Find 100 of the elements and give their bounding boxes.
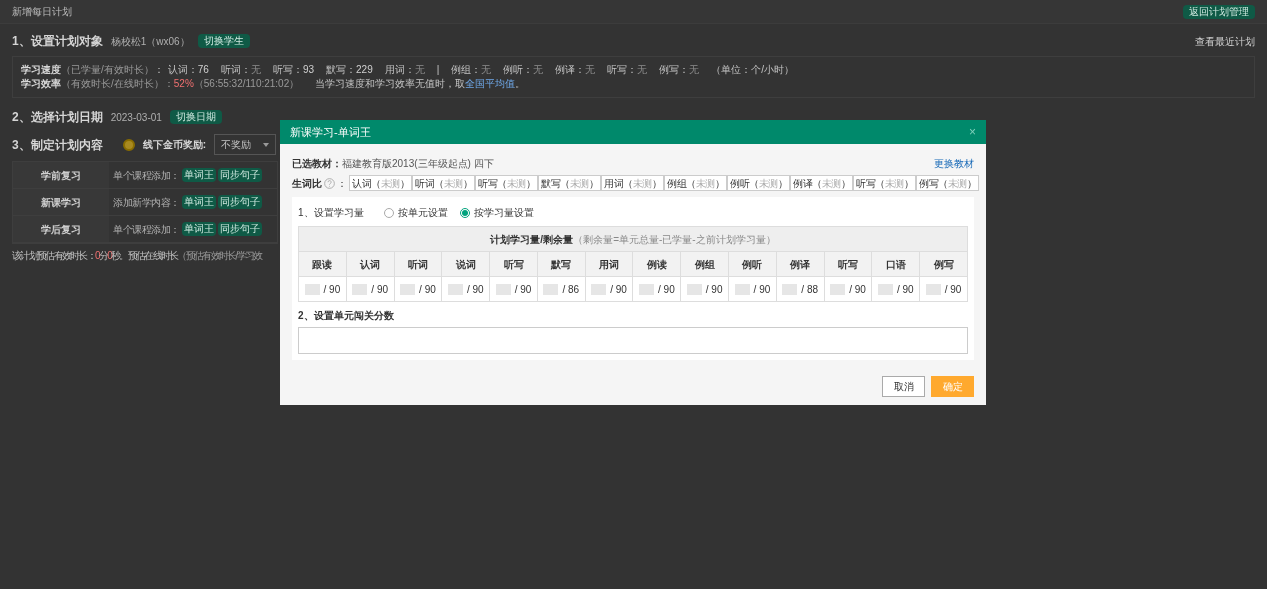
ratio-cell: 听写（未测） bbox=[853, 175, 916, 191]
row-label-cell: 新课学习 bbox=[13, 189, 109, 215]
amount-input[interactable] bbox=[782, 283, 798, 295]
add-label: 单个课程添加： bbox=[113, 168, 180, 183]
remaining-amount: / 90 bbox=[371, 282, 388, 297]
ratio-cell: 例写（未测） bbox=[916, 175, 979, 191]
note-text: 当学习速度和学习效率无值时，取 bbox=[315, 77, 466, 91]
amount-input[interactable] bbox=[877, 283, 893, 295]
score-input[interactable] bbox=[298, 327, 968, 354]
remaining-amount: / 90 bbox=[323, 282, 341, 297]
coin-icon bbox=[122, 138, 135, 151]
course-button[interactable]: 同步句子 bbox=[217, 168, 262, 182]
section-title: 3、制定计划内容 bbox=[12, 136, 103, 154]
switch-student-button[interactable]: 切换学生 bbox=[197, 34, 250, 48]
amount-input[interactable] bbox=[734, 283, 750, 295]
course-button[interactable]: 单词王 bbox=[181, 168, 216, 182]
course-button[interactable]: 单词王 bbox=[181, 222, 216, 236]
back-button[interactable]: 返回计划管理 bbox=[1183, 4, 1255, 19]
minutes-value: 0 bbox=[95, 249, 99, 263]
speed-stat: 例组：无 bbox=[451, 63, 492, 77]
colon: ： bbox=[337, 176, 347, 191]
remaining-amount: / 90 bbox=[896, 282, 914, 297]
radio-option[interactable]: 按单元设置 bbox=[383, 205, 448, 220]
speed-stat: 例译：无 bbox=[555, 63, 596, 77]
table-title-cell: 计划学习量/剩余量（剩余量=单元总量-已学量-之前计划学习量） bbox=[298, 226, 968, 252]
speed-stat: 例听：无 bbox=[503, 63, 544, 77]
remaining-amount: / 88 bbox=[801, 282, 819, 297]
footer-hint: （预估有效时长/学习效 bbox=[177, 249, 262, 263]
amount-input[interactable] bbox=[495, 283, 511, 295]
speed-stat: 听写：93 bbox=[272, 63, 315, 77]
ratio-cell: 默写（未测） bbox=[538, 175, 601, 191]
remaining-amount: / 90 bbox=[705, 282, 723, 297]
row-label-cell: 学前复习 bbox=[13, 162, 109, 188]
add-label: 添加新学内容： bbox=[113, 195, 180, 210]
period: 。 bbox=[515, 77, 526, 91]
speed-stat: 用词：无 bbox=[384, 63, 425, 77]
remaining-amount: / 90 bbox=[419, 282, 436, 297]
ratio-cell: 例听（未测） bbox=[727, 175, 790, 191]
course-button[interactable]: 同步句子 bbox=[217, 195, 262, 209]
ratio-cell: 例译（未测） bbox=[790, 175, 853, 191]
speed-stat: 认词：76 bbox=[167, 63, 209, 77]
ratio-cell: 听写（未测） bbox=[475, 175, 538, 191]
course-button[interactable]: 单词王 bbox=[181, 195, 216, 209]
help-icon bbox=[324, 177, 335, 189]
recent-plan-link[interactable]: 查看最近计划 bbox=[1195, 33, 1255, 49]
textbook-name: 福建教育版2013(三年级起点) 四下 bbox=[342, 157, 494, 171]
amount-input[interactable] bbox=[543, 283, 559, 295]
switch-date-button[interactable]: 切换日期 bbox=[169, 110, 222, 124]
student-name: 杨校松1（wx06） bbox=[110, 34, 190, 49]
reward-label: 线下金币奖励: bbox=[142, 138, 207, 152]
amount-input[interactable] bbox=[447, 283, 463, 295]
remaining-amount: / 90 bbox=[466, 282, 484, 297]
remaining-amount: / 90 bbox=[944, 282, 962, 297]
speed-stat: 默写：229 bbox=[326, 63, 373, 77]
remaining-amount: / 90 bbox=[753, 282, 771, 297]
amount-input[interactable] bbox=[830, 283, 846, 295]
step-title: 1、设置学习量 bbox=[298, 206, 364, 220]
amount-input[interactable] bbox=[686, 283, 702, 295]
speed-stat: 听写：无 bbox=[607, 63, 648, 77]
amount-input[interactable] bbox=[639, 283, 654, 295]
amount-input[interactable] bbox=[352, 283, 368, 295]
remaining-amount: / 90 bbox=[658, 282, 675, 297]
ratio-label: 生词比 bbox=[292, 176, 322, 191]
ratio-cell: 听词（未测） bbox=[412, 175, 475, 191]
footer-label: 该计划预估有效时长： bbox=[12, 249, 95, 263]
speed-stat: 听词：无 bbox=[220, 63, 261, 77]
ratio-cell: 例组（未测） bbox=[664, 175, 727, 191]
radio-option[interactable]: 按学习量设置 bbox=[459, 205, 534, 220]
unit-text: （单位：个/小时） bbox=[711, 63, 795, 77]
efficiency-hint: （有效时长/在线时长）： bbox=[61, 77, 174, 91]
course-button[interactable]: 同步句子 bbox=[217, 222, 262, 236]
amount-input[interactable] bbox=[925, 283, 941, 295]
seconds-value: 0 bbox=[107, 249, 112, 263]
efficiency-value: 52% bbox=[173, 77, 194, 91]
efficiency-detail: （56:55:32/110:21:02） bbox=[193, 77, 300, 91]
step-title: 2、设置单元闯关分数 bbox=[298, 309, 395, 323]
section-title: 2、选择计划日期 bbox=[12, 109, 103, 126]
caret-icon bbox=[263, 142, 270, 147]
colon: ： bbox=[153, 63, 164, 77]
ratio-cell: 认词（未测） bbox=[349, 175, 412, 191]
cancel-button[interactable]: 取消 bbox=[882, 376, 925, 397]
amount-input[interactable] bbox=[304, 283, 320, 295]
plan-date: 2023-03-01 bbox=[110, 110, 162, 125]
speed-hint: （已学量/有效时长） bbox=[61, 63, 154, 77]
reward-select[interactable]: 不奖励 bbox=[214, 134, 277, 155]
efficiency-title: 学习效率 bbox=[21, 77, 61, 91]
remaining-amount: / 86 bbox=[562, 282, 580, 297]
remaining-amount: / 90 bbox=[849, 282, 866, 297]
dialog-title: 新课学习-单词王 bbox=[290, 124, 371, 140]
amount-input[interactable] bbox=[591, 283, 607, 295]
textbook-label: 已选教材： bbox=[292, 157, 342, 171]
ratio-cell: 用词（未测） bbox=[601, 175, 664, 191]
amount-input[interactable] bbox=[400, 283, 416, 295]
section-title: 1、设置计划对象 bbox=[12, 33, 103, 50]
change-textbook-link[interactable]: 更换教材 bbox=[934, 156, 974, 171]
separator: | bbox=[436, 63, 440, 77]
remaining-amount: / 90 bbox=[610, 282, 627, 297]
remaining-amount: / 90 bbox=[514, 282, 532, 297]
row-label-cell: 学后复习 bbox=[13, 216, 109, 242]
page-title: 新增每日计划 bbox=[12, 5, 72, 19]
